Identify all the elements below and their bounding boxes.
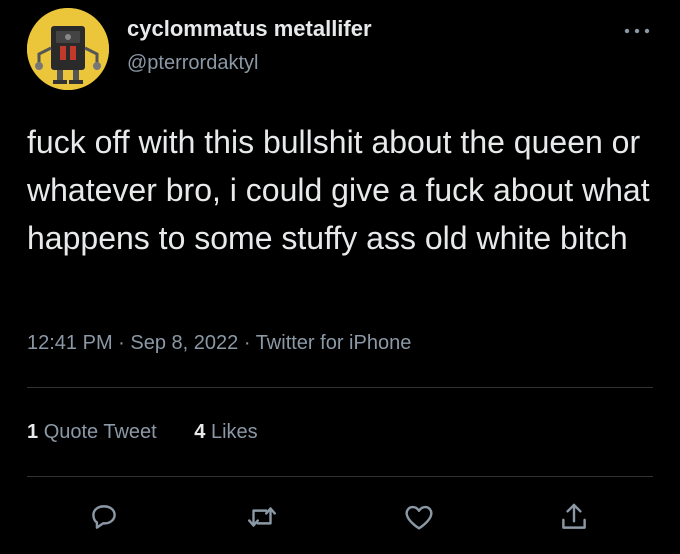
tweet-text: fuck off with this bullshit about the qu… <box>27 124 650 256</box>
robot-avatar-icon <box>27 8 109 90</box>
share-button[interactable] <box>557 500 591 534</box>
divider <box>27 387 653 388</box>
author-handle[interactable]: @pterrordaktyl <box>127 52 258 75</box>
tweet-card: cyclommatus metallifer @pterrordaktyl fu… <box>0 0 680 554</box>
tweet-stats: 1 Quote Tweet 4 Likes <box>27 421 290 444</box>
tweet-meta: 12:41 PM · Sep 8, 2022 · Twitter for iPh… <box>27 332 411 355</box>
heart-icon <box>405 505 433 530</box>
avatar[interactable] <box>27 8 109 90</box>
like-label: Likes <box>210 421 258 443</box>
like-count: 4 <box>194 421 206 443</box>
more-horizontal-icon[interactable] <box>622 24 652 38</box>
meta-separator: · <box>112 332 131 354</box>
retweet-icon <box>248 507 276 527</box>
retweet-button[interactable] <box>245 500 279 534</box>
quote-label: Quote Tweet <box>43 421 157 443</box>
tweet-date[interactable]: Sep 8, 2022 <box>130 332 238 354</box>
share-icon <box>562 503 586 529</box>
author-display-name[interactable]: cyclommatus metallifer <box>127 16 372 42</box>
tweet-source[interactable]: Twitter for iPhone <box>256 332 412 354</box>
likes-stat[interactable]: 4 Likes <box>194 421 257 444</box>
divider <box>27 476 653 477</box>
quote-count: 1 <box>27 421 39 443</box>
reply-bubble-icon <box>92 505 116 529</box>
reply-button[interactable] <box>87 500 121 534</box>
like-button[interactable] <box>402 500 436 534</box>
meta-separator: · <box>238 332 256 354</box>
quote-tweets-stat[interactable]: 1 Quote Tweet <box>27 421 157 444</box>
tweet-time[interactable]: 12:41 PM <box>27 332 113 354</box>
